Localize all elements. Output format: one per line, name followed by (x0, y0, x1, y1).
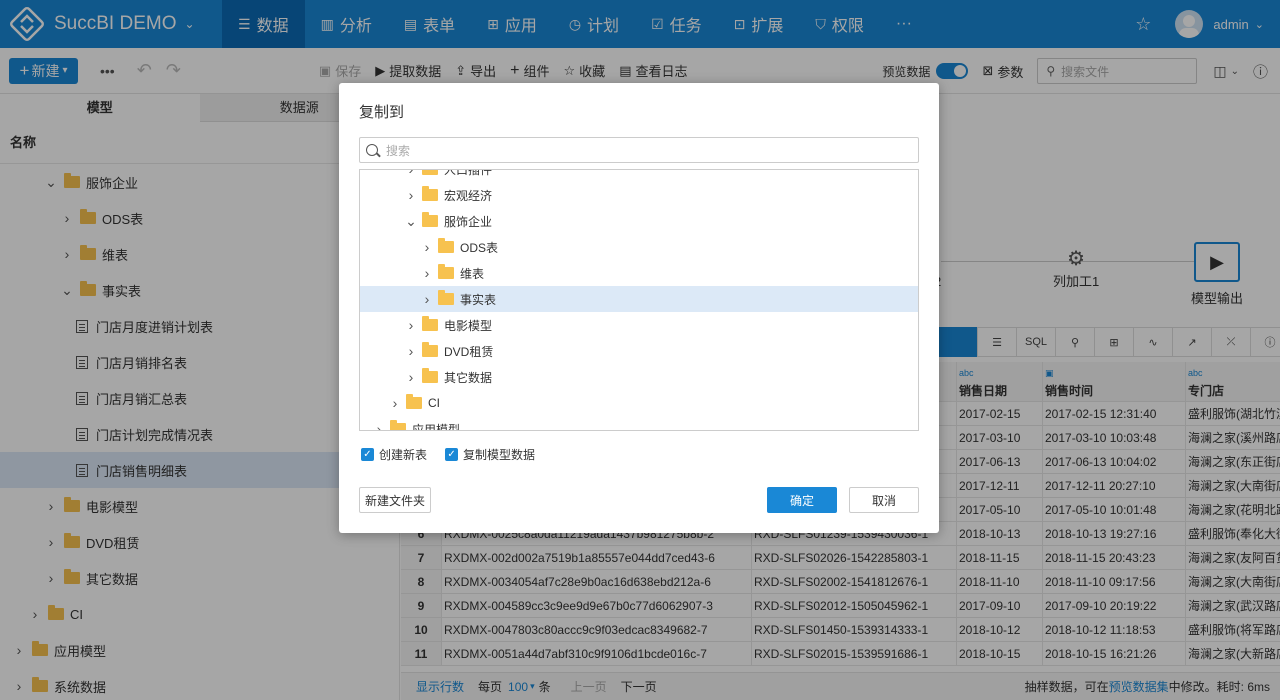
folder-icon (422, 212, 438, 227)
dialog-tree-item-label: 事实表 (460, 292, 497, 307)
dialog-tree-item[interactable]: › 人口插件 (360, 169, 918, 182)
chevron-down-icon[interactable]: ⌄ (404, 213, 418, 230)
dialog-tree-item[interactable]: › 事实表 (360, 286, 918, 312)
dialog-tree-item-label: CI (428, 396, 440, 410)
chevron-right-icon[interactable]: › (420, 291, 434, 307)
chevron-right-icon[interactable]: › (404, 317, 418, 333)
dialog-tree-item[interactable]: › 电影模型 (360, 312, 918, 338)
dialog-tree-item[interactable]: › CI (360, 390, 918, 416)
dialog-search-input[interactable]: 搜索 (359, 137, 919, 163)
chevron-right-icon[interactable]: › (420, 239, 434, 255)
dialog-tree-item[interactable]: › 宏观经济 (360, 182, 918, 208)
folder-icon (422, 186, 438, 201)
dialog-tree-item-label: 电影模型 (444, 318, 493, 333)
copy-to-dialog: 复制到 搜索 › 人口插件 › 宏观经济 ⌄ 服饰企业 › ODS表 › 维表 › 事实表 › 电影模型 ›… (339, 83, 939, 533)
checkbox-checked-icon: ✓ (445, 448, 459, 461)
copy-model-data-label: 复制模型数据 (463, 448, 536, 462)
folder-icon (422, 316, 438, 331)
folder-icon (438, 264, 454, 279)
chevron-right-icon[interactable]: › (404, 343, 418, 359)
confirm-button[interactable]: 确定 (767, 487, 837, 513)
dialog-tree-item-label: ODS表 (460, 240, 499, 255)
folder-icon (422, 342, 438, 357)
checkbox-checked-icon: ✓ (361, 448, 374, 461)
dialog-tree-item[interactable]: › 维表 (360, 260, 918, 286)
dialog-title: 复制到 (359, 104, 405, 121)
chevron-right-icon[interactable]: › (404, 170, 418, 177)
new-folder-button[interactable]: 新建文件夹 (359, 487, 431, 513)
create-new-table-checkbox[interactable]: ✓ 创建新表 (361, 446, 427, 463)
folder-icon (390, 420, 406, 430)
folder-icon (406, 394, 422, 409)
dialog-folder-tree: › 人口插件 › 宏观经济 ⌄ 服饰企业 › ODS表 › 维表 › 事实表 › 电影模型 › DVD租赁 › 其… (359, 169, 919, 431)
create-new-table-label: 创建新表 (379, 448, 428, 462)
dialog-tree-item-label: 服饰企业 (444, 214, 493, 229)
dialog-tree-item[interactable]: ⌄ 服饰企业 (360, 208, 918, 234)
cancel-button[interactable]: 取消 (849, 487, 919, 513)
folder-icon (422, 368, 438, 383)
dialog-tree-item-label: 其它数据 (444, 370, 493, 385)
dialog-tree-item-label: 人口插件 (444, 169, 493, 177)
dialog-tree-item-label: 维表 (460, 266, 485, 281)
dialog-tree-item-label: DVD租赁 (444, 344, 494, 359)
folder-icon (438, 238, 454, 253)
folder-icon (422, 170, 438, 175)
dialog-tree-item[interactable]: › ODS表 (360, 234, 918, 260)
folder-icon (438, 290, 454, 305)
dialog-search-placeholder: 搜索 (386, 143, 411, 158)
copy-model-data-checkbox[interactable]: ✓ 复制模型数据 (445, 446, 535, 463)
chevron-right-icon[interactable]: › (404, 369, 418, 385)
dialog-tree-item[interactable]: › DVD租赁 (360, 338, 918, 364)
dialog-tree-item-label: 应用模型 (412, 422, 461, 431)
chevron-right-icon[interactable]: › (388, 395, 402, 411)
chevron-right-icon[interactable]: › (372, 421, 386, 430)
chevron-right-icon[interactable]: › (404, 187, 418, 203)
dialog-tree-item[interactable]: › 应用模型 (360, 416, 918, 431)
search-icon (366, 144, 378, 156)
dialog-tree-item[interactable]: › 其它数据 (360, 364, 918, 390)
dialog-tree-item-label: 宏观经济 (444, 188, 493, 203)
chevron-right-icon[interactable]: › (420, 265, 434, 281)
